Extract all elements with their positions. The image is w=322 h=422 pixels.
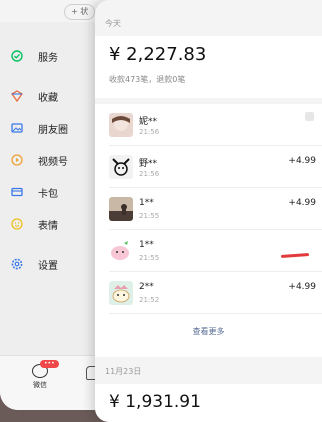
payer-name: 妮** — [139, 117, 158, 127]
prev-day-amount: ¥ 1,931.91 — [109, 392, 201, 412]
payer-name: 1** — [139, 198, 154, 208]
payer-time: 21:52 — [139, 296, 160, 304]
favorites-icon — [10, 89, 24, 103]
settings-icon — [10, 257, 24, 271]
payer-name: 2** — [139, 282, 154, 292]
avatar — [109, 281, 133, 305]
menu-item-label: 设置 — [38, 260, 58, 272]
checkbox-icon — [305, 112, 314, 121]
menu-item-label: 收藏 — [38, 92, 58, 104]
transaction-row[interactable]: 妮** 21:56 — [95, 104, 322, 146]
view-more-link[interactable]: 查看更多 — [95, 326, 322, 337]
today-amount: ¥ 2,227.83 — [109, 44, 207, 65]
avatar — [109, 113, 133, 137]
avatar — [109, 155, 133, 179]
unread-badge: ••• — [40, 360, 59, 368]
today-summary: ¥ 2,227.83 收款473笔，退款0笔 — [95, 36, 322, 98]
payer-time: 21:56 — [139, 128, 160, 136]
earnings-card: 今天 ¥ 2,227.83 收款473笔，退款0笔 妮** 21:56 野** … — [95, 0, 322, 422]
payer-name: 野** — [139, 159, 158, 169]
menu-item-label: 服务 — [38, 52, 58, 64]
payer-time: 21:56 — [139, 170, 160, 178]
today-label: 今天 — [105, 19, 121, 28]
status-button[interactable]: + 状 — [64, 4, 96, 20]
menu-item-label: 表情 — [38, 220, 58, 232]
red-marker-stroke — [280, 253, 310, 258]
payer-name: 1** — [139, 240, 154, 250]
card-wallet-icon — [10, 185, 24, 199]
payer-time: 21:55 — [139, 254, 160, 262]
menu-item-label: 朋友圈 — [38, 124, 68, 136]
transaction-row[interactable]: 野** 21:56 +4.99 — [95, 146, 322, 188]
transaction-row[interactable]: 2** 21:52 +4.99 — [95, 272, 322, 314]
tab-label: 微信 — [33, 381, 47, 389]
service-icon — [10, 49, 24, 63]
avatar — [109, 239, 133, 263]
transaction-row[interactable]: 1** 21:55 +4.99 — [95, 188, 322, 230]
moments-icon — [10, 121, 24, 135]
menu-item-label: 卡包 — [38, 188, 58, 200]
prev-day-summary: ¥ 1,931.91 — [95, 384, 322, 422]
sticker-icon — [10, 217, 24, 231]
prev-day-label: 11月23日 — [105, 367, 142, 376]
channels-icon — [10, 153, 24, 167]
avatar — [109, 197, 133, 221]
payer-amount: +4.99 — [288, 282, 316, 292]
transaction-list: 妮** 21:56 野** 21:56 +4.99 1** 21:55 +4.9… — [95, 104, 322, 357]
payer-amount: +4.99 — [288, 156, 316, 166]
today-summary-text: 收款473笔，退款0笔 — [109, 75, 186, 84]
payer-amount: +4.99 — [288, 198, 316, 208]
menu-item-label: 视频号 — [38, 156, 68, 168]
payer-time: 21:55 — [139, 212, 160, 220]
transaction-row[interactable]: 1** 21:55 — [95, 230, 322, 272]
